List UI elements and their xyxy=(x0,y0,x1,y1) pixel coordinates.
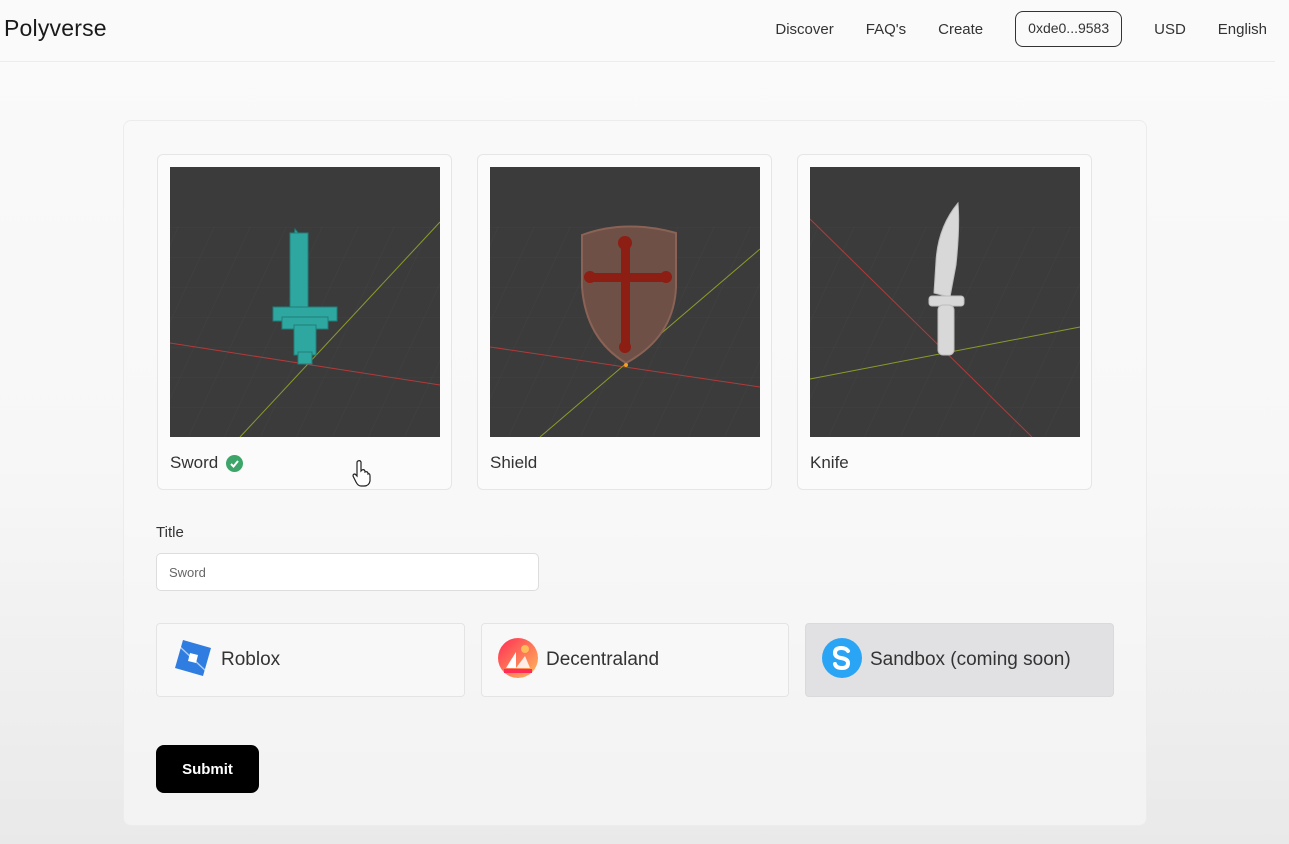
platform-roblox-button[interactable]: Roblox xyxy=(156,623,465,697)
hand-pointer-cursor-icon xyxy=(352,460,371,487)
item-card-knife[interactable]: Knife xyxy=(797,154,1092,490)
item-card-shield-label: Shield xyxy=(490,453,537,473)
nav-faq-link[interactable]: FAQ's xyxy=(866,21,906,38)
roblox-icon xyxy=(173,638,213,683)
wallet-address-button[interactable]: 0xde0...9583 xyxy=(1015,11,1123,47)
top-navigation-bar: Polyverse Discover FAQ's Create 0xde0...… xyxy=(0,0,1275,62)
nav-menu: Discover FAQ's Create 0xde0...9583 USD E… xyxy=(743,11,1267,47)
sandbox-icon xyxy=(822,637,862,683)
language-selector[interactable]: English xyxy=(1218,21,1267,38)
nav-discover-link[interactable]: Discover xyxy=(775,21,833,38)
knife-name: Knife xyxy=(810,453,849,472)
currency-selector[interactable]: USD xyxy=(1154,21,1186,38)
sword-model-image xyxy=(170,167,440,437)
item-card-shield[interactable]: Shield xyxy=(477,154,772,490)
check-circle-icon xyxy=(226,454,244,472)
title-field-label: Title xyxy=(156,524,184,541)
decentraland-icon xyxy=(498,637,538,683)
platform-sandbox-button[interactable]: Sandbox (coming soon) xyxy=(805,623,1114,697)
platform-roblox-label: Roblox xyxy=(221,649,281,670)
platform-selector: Roblox Decentraland Sandbox (coming soon… xyxy=(156,623,1114,697)
item-card-list: Sword Shield Knife xyxy=(157,154,1092,490)
title-input[interactable] xyxy=(156,553,539,591)
item-card-knife-label: Knife xyxy=(810,453,849,473)
platform-sandbox-label: Sandbox (coming soon) xyxy=(870,649,1071,670)
knife-model-image xyxy=(810,167,1080,437)
nav-create-link[interactable]: Create xyxy=(938,21,983,38)
item-card-sword-label: Sword xyxy=(170,453,244,473)
create-panel: Sword Shield Knife xyxy=(123,120,1147,826)
submit-button[interactable]: Submit xyxy=(156,745,259,793)
shield-3d-preview xyxy=(490,167,760,437)
shield-name: Shield xyxy=(490,453,538,472)
shield-model-image xyxy=(490,167,760,437)
platform-decentraland-label: Decentraland xyxy=(546,649,660,670)
sword-3d-preview xyxy=(170,167,440,437)
brand-logo[interactable]: Polyverse xyxy=(4,15,107,42)
knife-3d-preview xyxy=(810,167,1080,437)
platform-decentraland-button[interactable]: Decentraland xyxy=(481,623,789,697)
item-card-sword[interactable]: Sword xyxy=(157,154,452,490)
sword-name: Sword xyxy=(170,453,219,472)
